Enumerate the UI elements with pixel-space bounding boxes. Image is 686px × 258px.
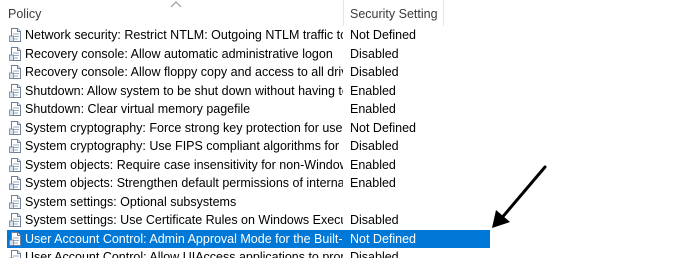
security-setting-value: Enabled <box>350 157 396 172</box>
policy-document-icon <box>9 139 22 153</box>
policy-row[interactable]: System cryptography: Use FIPS compliant … <box>0 137 686 156</box>
security-setting-value: Disabled <box>350 65 399 79</box>
policy-name: Shutdown: Clear virtual memory pagefile <box>25 102 251 116</box>
policy-cell[interactable]: Recovery console: Allow automatic admini… <box>0 45 344 64</box>
policy-document-icon <box>9 120 22 135</box>
security-setting-value: Not Defined <box>350 231 417 246</box>
policy-cell[interactable]: System settings: Use Certificate Rules o… <box>0 211 344 230</box>
policy-row[interactable]: User Account Control: Admin Approval Mod… <box>0 229 686 249</box>
policy-name: Recovery console: Allow floppy copy and … <box>25 65 343 79</box>
security-setting-value: Disabled <box>350 213 399 227</box>
policy-row[interactable]: System objects: Require case insensitivi… <box>0 156 686 175</box>
security-setting-value: Disabled <box>350 46 399 61</box>
policy-name: Network security: Restrict NTLM: Outgoin… <box>25 28 343 42</box>
policy-row[interactable]: Recovery console: Allow floppy copy and … <box>0 63 686 82</box>
policy-document-icon <box>9 213 22 227</box>
arrow-annotation <box>492 165 547 228</box>
policy-name: User Account Control: Admin Approval Mod… <box>25 231 343 246</box>
list-header: Policy Security Setting <box>0 0 686 26</box>
policy-cell[interactable]: System settings: Optional subsystems <box>0 193 344 212</box>
policy-row[interactable]: Shutdown: Allow system to be shut down w… <box>0 82 686 101</box>
security-setting-value: Not Defined <box>350 120 417 135</box>
policy-document-icon <box>9 28 22 42</box>
security-setting-value: Enabled <box>350 176 396 190</box>
policy-row[interactable]: System objects: Strengthen default permi… <box>0 174 686 193</box>
policy-row[interactable]: User Account Control: Allow UIAccess app… <box>0 248 686 258</box>
security-setting-value: Enabled <box>350 83 396 98</box>
security-policy-list: Policy Security Setting Network security… <box>0 0 686 258</box>
policy-name: System objects: Require case insensitivi… <box>25 157 343 172</box>
policy-cell[interactable]: User Account Control: Admin Approval Mod… <box>0 230 344 249</box>
policy-row[interactable]: Recovery console: Allow automatic admini… <box>0 45 686 64</box>
column-divider[interactable] <box>443 0 444 26</box>
policy-document-icon <box>9 157 22 172</box>
security-setting-value: Not Defined <box>350 28 417 42</box>
policy-cell[interactable]: System objects: Strengthen default permi… <box>0 174 344 193</box>
policy-cell[interactable]: Shutdown: Allow system to be shut down w… <box>0 82 344 101</box>
policy-document-icon <box>9 250 22 258</box>
policy-document-icon <box>9 231 22 246</box>
policy-name: User Account Control: Allow UIAccess app… <box>25 250 343 258</box>
policy-cell[interactable]: Network security: Restrict NTLM: Outgoin… <box>0 26 344 45</box>
policy-cell[interactable]: Shutdown: Clear virtual memory pagefile <box>0 100 344 119</box>
policy-name: System cryptography: Use FIPS compliant … <box>25 139 343 153</box>
policy-row[interactable]: System settings: Optional subsystems <box>0 193 686 212</box>
policy-cell[interactable]: User Account Control: Allow UIAccess app… <box>0 248 344 258</box>
policy-rows: Network security: Restrict NTLM: Outgoin… <box>0 26 686 258</box>
policy-name: Recovery console: Allow automatic admini… <box>25 46 333 61</box>
policy-document-icon <box>9 176 22 190</box>
policy-document-icon <box>9 102 22 116</box>
policy-document-icon <box>9 194 22 209</box>
policy-name: System objects: Strengthen default permi… <box>25 176 343 190</box>
policy-cell[interactable]: System cryptography: Use FIPS compliant … <box>0 137 344 156</box>
policy-row[interactable]: System cryptography: Force strong key pr… <box>0 119 686 138</box>
policy-cell[interactable]: Recovery console: Allow floppy copy and … <box>0 63 344 82</box>
policy-name: Shutdown: Allow system to be shut down w… <box>25 83 343 98</box>
policy-document-icon <box>9 46 22 61</box>
security-setting-value: Disabled <box>350 139 399 153</box>
sort-ascending-caret-icon <box>170 1 182 8</box>
policy-row[interactable]: Shutdown: Clear virtual memory pagefile E… <box>0 100 686 119</box>
policy-cell[interactable]: System objects: Require case insensitivi… <box>0 156 344 175</box>
policy-name: System cryptography: Force strong key pr… <box>25 120 343 135</box>
policy-cell[interactable]: System cryptography: Force strong key pr… <box>0 119 344 138</box>
policy-row[interactable]: Network security: Restrict NTLM: Outgoin… <box>0 26 686 45</box>
security-setting-value <box>344 193 350 212</box>
column-header-security-setting[interactable]: Security Setting <box>344 0 444 26</box>
policy-name: System settings: Use Certificate Rules o… <box>25 213 343 227</box>
policy-name: System settings: Optional subsystems <box>25 194 237 209</box>
policy-document-icon <box>9 83 22 98</box>
security-setting-value: Enabled <box>350 102 396 116</box>
security-setting-value: Disabled <box>350 250 399 258</box>
policy-row[interactable]: System settings: Use Certificate Rules o… <box>0 211 686 230</box>
policy-document-icon <box>9 65 22 79</box>
